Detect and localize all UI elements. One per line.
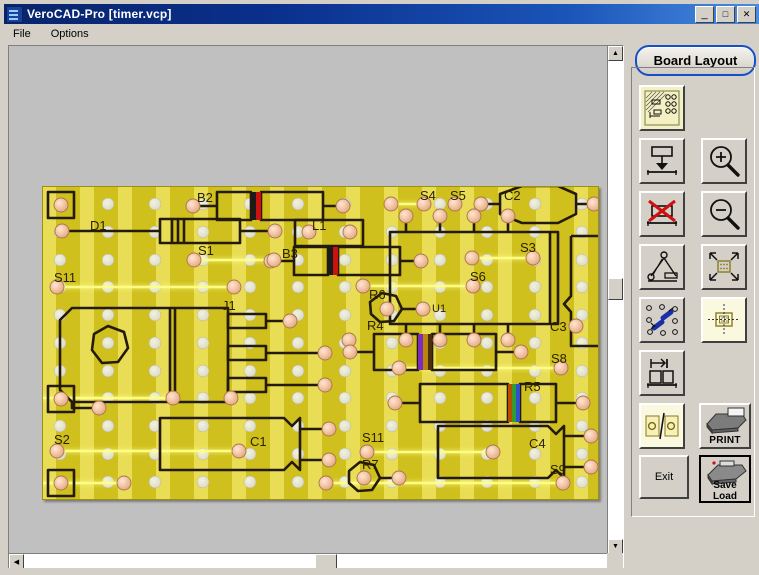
board-preview-button[interactable] [639, 85, 685, 131]
zoom-out-button[interactable] [701, 191, 747, 237]
exit-button[interactable]: Exit [639, 455, 689, 499]
title-bar: VeroCAD-Pro [timer.vcp] _ □ ✕ [4, 4, 759, 24]
print-label: PRINT [709, 435, 741, 446]
save-load-label: Save Load [713, 480, 737, 502]
scroll-down-button[interactable]: ▼ [608, 539, 623, 554]
board-thumbnail-icon [644, 90, 680, 126]
print-button[interactable]: PRINT [699, 403, 751, 449]
vertical-scroll-thumb[interactable] [608, 278, 623, 300]
board-border [42, 186, 599, 500]
close-button[interactable]: ✕ [737, 5, 756, 23]
close-icon: ✕ [742, 8, 751, 19]
chevron-up-icon: ▲ [612, 50, 619, 57]
app-icon [6, 5, 23, 23]
maximize-button[interactable]: □ [716, 5, 735, 23]
scroll-up-button[interactable]: ▲ [608, 46, 623, 61]
magnifier-minus-icon [710, 199, 740, 230]
fit-to-window-button[interactable] [701, 244, 747, 290]
vero-board[interactable]: D1 B2 S1 L1 B3 S11 J1 S4 S5 C2 S3 S6 U1 … [42, 186, 599, 500]
menu-item-options[interactable]: Options [48, 27, 92, 41]
board-layout-label: Board Layout [653, 53, 738, 68]
components-scatter-icon [646, 304, 678, 336]
minimize-icon: _ [701, 7, 708, 20]
status-bar [4, 568, 759, 571]
measure-tool-button[interactable] [639, 244, 685, 290]
vertical-scrollbar[interactable]: ▲ ▼ [607, 46, 623, 554]
zoom-in-button[interactable] [701, 138, 747, 184]
save-load-button[interactable]: Save Load [699, 455, 751, 503]
place-component-button[interactable] [639, 138, 685, 184]
compass-divider-icon [647, 251, 678, 282]
delete-component-red-cross-icon [647, 199, 677, 226]
minimize-button[interactable]: _ [695, 5, 714, 23]
application-window: VeroCAD-Pro [timer.vcp] _ □ ✕ File Optio… [0, 0, 759, 575]
chevron-down-icon: ▼ [612, 543, 619, 550]
insert-component-icon [647, 146, 677, 175]
board-canvas[interactable]: D1 B2 S1 L1 B3 S11 J1 S4 S5 C2 S3 S6 U1 … [9, 46, 608, 554]
scroll-left-button[interactable]: ◀ [9, 554, 24, 569]
maximize-icon: □ [722, 8, 729, 19]
autoroute-button[interactable] [639, 297, 685, 343]
tool-panel-frame [631, 67, 755, 517]
menu-bar: File Options [4, 24, 759, 43]
center-grid-button[interactable] [701, 297, 747, 343]
crosshair-grid-icon [708, 304, 740, 336]
magnifier-plus-icon [710, 146, 740, 177]
chevron-left-icon: ◀ [13, 558, 20, 566]
flip-board-button[interactable] [639, 403, 685, 449]
fit-arrows-icon [709, 252, 739, 281]
step-component-button[interactable] [639, 350, 685, 396]
horizontal-scrollbar[interactable]: ◀ [9, 553, 608, 569]
delete-component-button[interactable] [639, 191, 685, 237]
two-pads-slash-icon [645, 412, 679, 440]
tool-panel: Board Layout Exit PRINT Save Load [631, 45, 756, 570]
window-controls: _ □ ✕ [695, 5, 759, 23]
step-insert-icon [647, 358, 677, 388]
menu-item-file[interactable]: File [10, 27, 34, 41]
scrollbar-corner [607, 553, 623, 569]
exit-label: Exit [654, 471, 674, 483]
horizontal-scroll-thumb[interactable] [315, 554, 337, 569]
editor-work-area: D1 B2 S1 L1 B3 S11 J1 S4 S5 C2 S3 S6 U1 … [8, 45, 624, 570]
printer-icon [706, 407, 747, 435]
window-title: VeroCAD-Pro [timer.vcp] [27, 7, 172, 21]
